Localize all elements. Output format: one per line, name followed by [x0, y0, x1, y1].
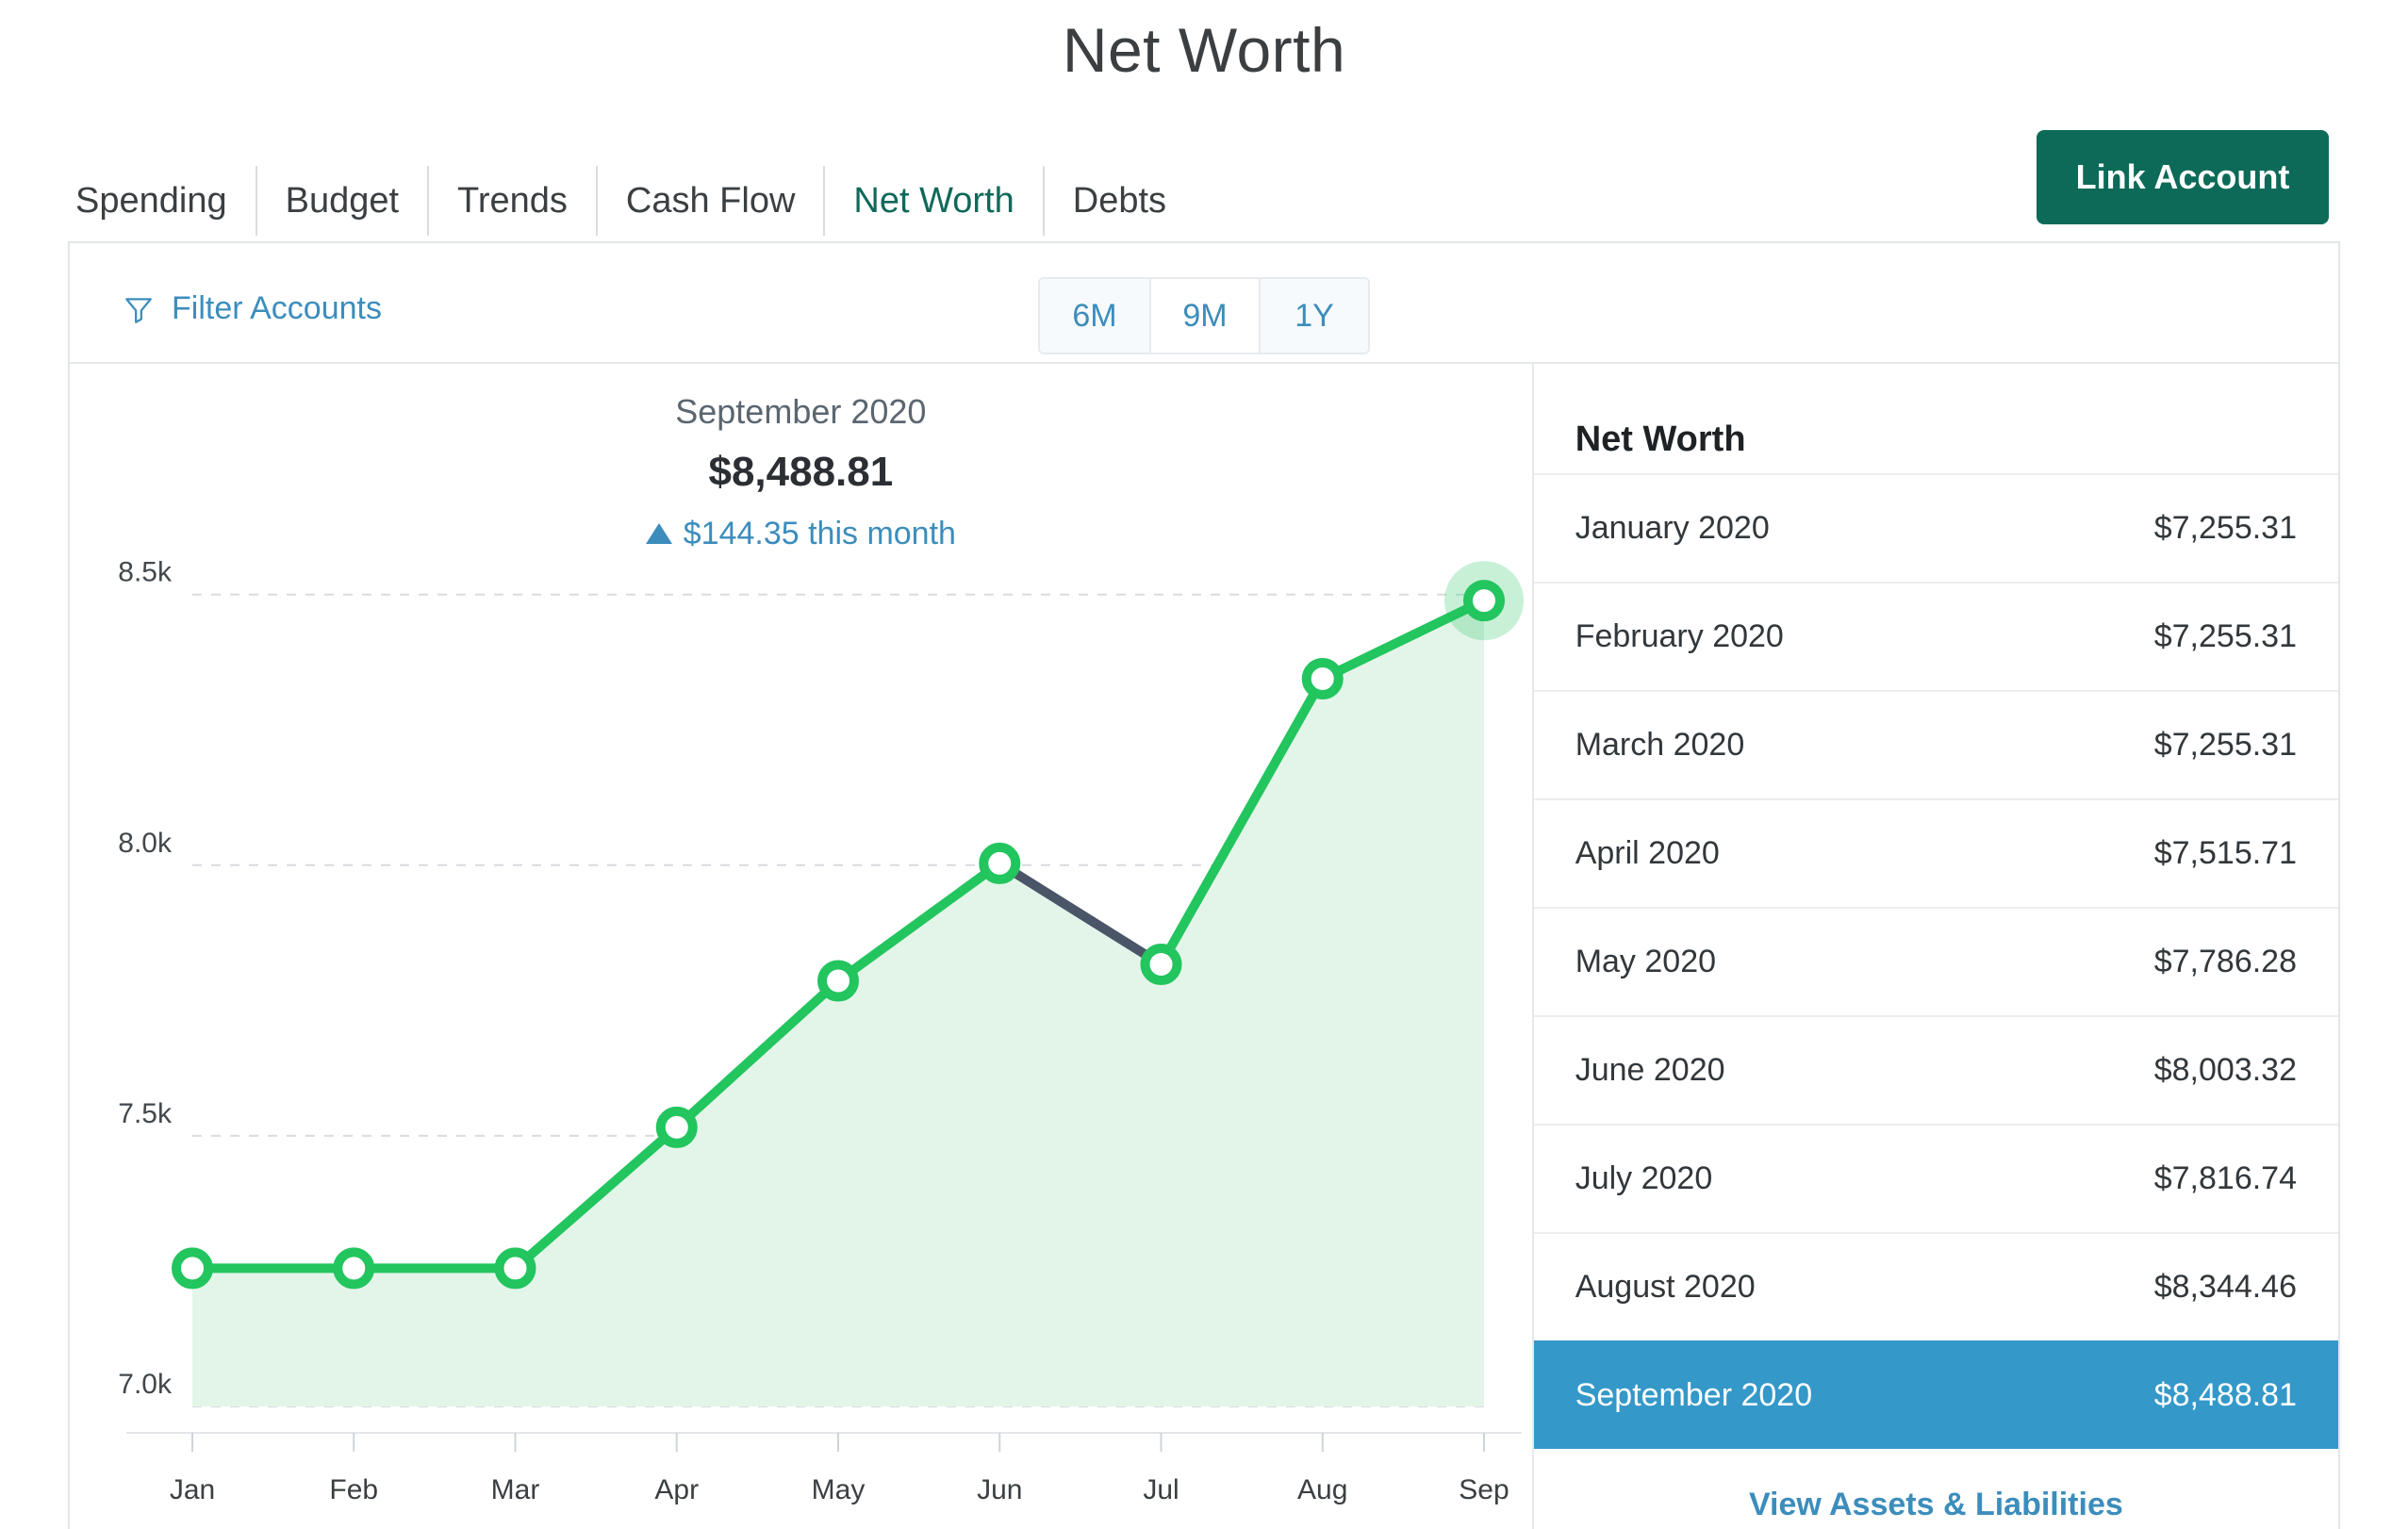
- row-month-label: July 2020: [1575, 1160, 1713, 1196]
- tab-cash-flow[interactable]: Cash Flow: [595, 166, 824, 236]
- chart-data-point[interactable]: [1301, 658, 1344, 700]
- row-amount-value: $7,816.74: [2153, 1160, 2297, 1196]
- row-amount-value: $7,255.31: [2153, 618, 2297, 654]
- y-axis-tick-label: 8.0k: [118, 828, 173, 859]
- table-row[interactable]: May 2020 $7,786.28: [1533, 907, 2338, 1015]
- range-6m-button[interactable]: 6M: [1040, 279, 1149, 353]
- row-month-label: August 2020: [1575, 1269, 1756, 1305]
- chart-amount-value: $8,488.81: [708, 449, 894, 495]
- chart-data-point[interactable]: [979, 842, 1021, 884]
- row-month-label: March 2020: [1575, 727, 1745, 763]
- chart-month-label: September 2020: [675, 392, 927, 431]
- row-amount-value: $7,255.31: [2153, 727, 2297, 763]
- chart-data-point[interactable]: [1463, 580, 1505, 622]
- table-row[interactable]: March 2020 $7,255.31: [1533, 690, 2338, 798]
- x-axis-tick-label: Feb: [329, 1474, 378, 1505]
- row-month-label: January 2020: [1575, 510, 1770, 546]
- table-row[interactable]: April 2020 $7,515.71: [1533, 798, 2338, 907]
- filter-accounts-button[interactable]: Filter Accounts: [123, 290, 382, 327]
- x-axis-tick-label: Aug: [1297, 1474, 1347, 1505]
- chart-summary: September 2020 $8,488.81 $144.35 this mo…: [70, 364, 1532, 560]
- net-worth-line-chart[interactable]: 8.5k 8.0k 7.5k 7.0k Jan Feb Mar Apr May Jun Jul Aug…: [70, 549, 1533, 1529]
- page-title: Net Worth: [1062, 15, 1346, 85]
- link-account-button[interactable]: Link Account: [2037, 130, 2329, 224]
- chart-toolbar: Filter Accounts 6M 9M 1Y: [70, 243, 2338, 364]
- chart-data-point[interactable]: [333, 1247, 375, 1290]
- row-amount-value: $8,003.32: [2153, 1052, 2297, 1088]
- card-body: September 2020 $8,488.81 $144.35 this mo…: [70, 364, 2338, 1529]
- y-axis-tick-label: 7.5k: [118, 1098, 173, 1129]
- tab-spending[interactable]: Spending: [75, 166, 256, 236]
- table-row[interactable]: July 2020 $7,816.74: [1533, 1124, 2338, 1232]
- row-amount-value: $7,255.31: [2153, 510, 2297, 546]
- tab-debts[interactable]: Debts: [1042, 166, 1195, 236]
- chart-data-point[interactable]: [655, 1106, 698, 1148]
- y-axis-tick-label: 7.0k: [118, 1369, 173, 1400]
- row-month-label: April 2020: [1575, 835, 1720, 871]
- chart-data-point[interactable]: [494, 1247, 536, 1290]
- row-month-label: September 2020: [1575, 1377, 1813, 1413]
- x-axis-tick-label: Mar: [491, 1474, 540, 1505]
- row-amount-value: $7,786.28: [2153, 944, 2297, 979]
- view-assets-liabilities-link[interactable]: View Assets & Liabilities: [1534, 1449, 2338, 1523]
- net-worth-rows: January 2020 $7,255.31 February 2020 $7,255…: [1533, 473, 2338, 1449]
- net-worth-list-pane: Net Worth January 2020 $7,255.31 February …: [1531, 364, 2338, 1529]
- x-axis-tick-label: Jul: [1143, 1474, 1179, 1505]
- table-row[interactable]: September 2020 $8,488.81: [1533, 1340, 2338, 1449]
- x-axis-tick-label: Sep: [1459, 1474, 1509, 1505]
- tab-net-worth[interactable]: Net Worth: [823, 166, 1042, 268]
- range-selector: 6M 9M 1Y: [1038, 277, 1370, 354]
- row-amount-value: $8,344.46: [2153, 1269, 2297, 1305]
- list-title: Net Worth: [1575, 419, 1746, 459]
- net-worth-card: Filter Accounts 6M 9M 1Y September 2020 …: [68, 241, 2340, 1529]
- row-month-label: May 2020: [1575, 944, 1717, 979]
- table-row[interactable]: January 2020 $7,255.31: [1533, 473, 2338, 582]
- row-month-label: June 2020: [1575, 1052, 1725, 1088]
- chart-pane: September 2020 $8,488.81 $144.35 this mo…: [70, 364, 1532, 1529]
- x-axis-tick-label: Jan: [170, 1474, 215, 1505]
- table-row[interactable]: June 2020 $8,003.32: [1533, 1015, 2338, 1124]
- y-axis-tick-label: 8.5k: [118, 557, 173, 588]
- table-row[interactable]: August 2020 $8,344.46: [1533, 1232, 2338, 1340]
- chart-data-point[interactable]: [817, 960, 859, 1002]
- table-row[interactable]: February 2020 $7,255.31: [1533, 582, 2338, 690]
- row-month-label: February 2020: [1575, 618, 1784, 654]
- x-axis-tick-label: Apr: [654, 1474, 699, 1505]
- filter-accounts-label: Filter Accounts: [172, 290, 382, 326]
- chart-area-fill: [192, 600, 1484, 1406]
- x-axis-tick-label: Jun: [977, 1474, 1022, 1505]
- net-worth-page: Net Worth Spending Budget Trends Cash Fl…: [0, 0, 2408, 1529]
- x-axis-tick-label: May: [812, 1474, 866, 1505]
- range-1y-button[interactable]: 1Y: [1259, 279, 1368, 353]
- row-amount-value: $7,515.71: [2153, 835, 2297, 871]
- tab-budget[interactable]: Budget: [255, 166, 427, 236]
- range-9m-button[interactable]: 9M: [1149, 279, 1259, 353]
- tab-bar: Spending Budget Trends Cash Flow Net Wor…: [75, 132, 1195, 268]
- chart-data-point[interactable]: [1140, 944, 1182, 986]
- triangle-up-icon: [645, 523, 672, 544]
- tab-trends[interactable]: Trends: [427, 166, 596, 236]
- chart-data-point[interactable]: [172, 1247, 213, 1290]
- row-amount-value: $8,488.81: [2153, 1377, 2297, 1413]
- funnel-icon: [125, 297, 152, 323]
